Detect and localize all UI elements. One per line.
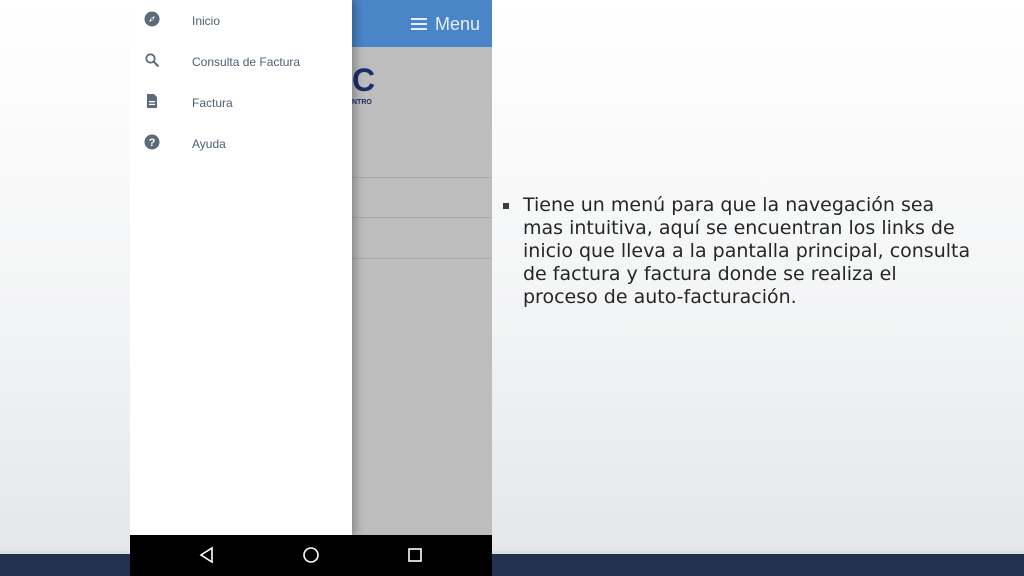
document-icon (147, 94, 157, 108)
android-nav-bar (130, 535, 492, 576)
help-icon: ? (144, 134, 160, 150)
svg-text:?: ? (149, 137, 156, 149)
logo-subtext: NTRO (352, 99, 372, 106)
list-divider (352, 217, 492, 218)
home-icon[interactable] (301, 545, 321, 565)
back-icon[interactable] (197, 545, 217, 565)
recents-icon[interactable] (405, 545, 425, 565)
drawer-item-factura[interactable]: Factura (130, 82, 352, 123)
drawer-item-consulta-de-factura[interactable]: Consulta de Factura (130, 41, 352, 82)
drawer-item-label: Ayuda (192, 136, 226, 151)
bullet-text: Tiene un menú para que la navegación sea… (523, 194, 971, 308)
navigation-drawer: Inicio Consulta de Factura Factura ? Ayu… (130, 0, 352, 535)
list-divider (352, 177, 492, 178)
drawer-item-ayuda[interactable]: ? Ayuda (130, 123, 352, 164)
drawer-item-label: Consulta de Factura (192, 54, 301, 69)
drawer-item-inicio[interactable]: Inicio (130, 0, 352, 41)
compass-icon (144, 11, 160, 27)
phone-screenshot: Menu C NTRO Inicio Consulta de Factura F… (130, 0, 492, 576)
slide-text-block: Tiene un menú para que la navegación sea… (503, 194, 973, 309)
bullet-marker (503, 203, 509, 209)
drawer-item-label: Inicio (192, 13, 221, 28)
drawer-item-label: Factura (192, 95, 233, 110)
menu-button[interactable]: Menu (410, 12, 480, 36)
menu-label: Menu (434, 13, 480, 34)
search-icon (145, 53, 160, 68)
hamburger-icon (410, 18, 427, 30)
list-divider (352, 258, 492, 259)
app-logo: C NTRO (352, 62, 382, 112)
logo-letter: C (352, 62, 376, 98)
